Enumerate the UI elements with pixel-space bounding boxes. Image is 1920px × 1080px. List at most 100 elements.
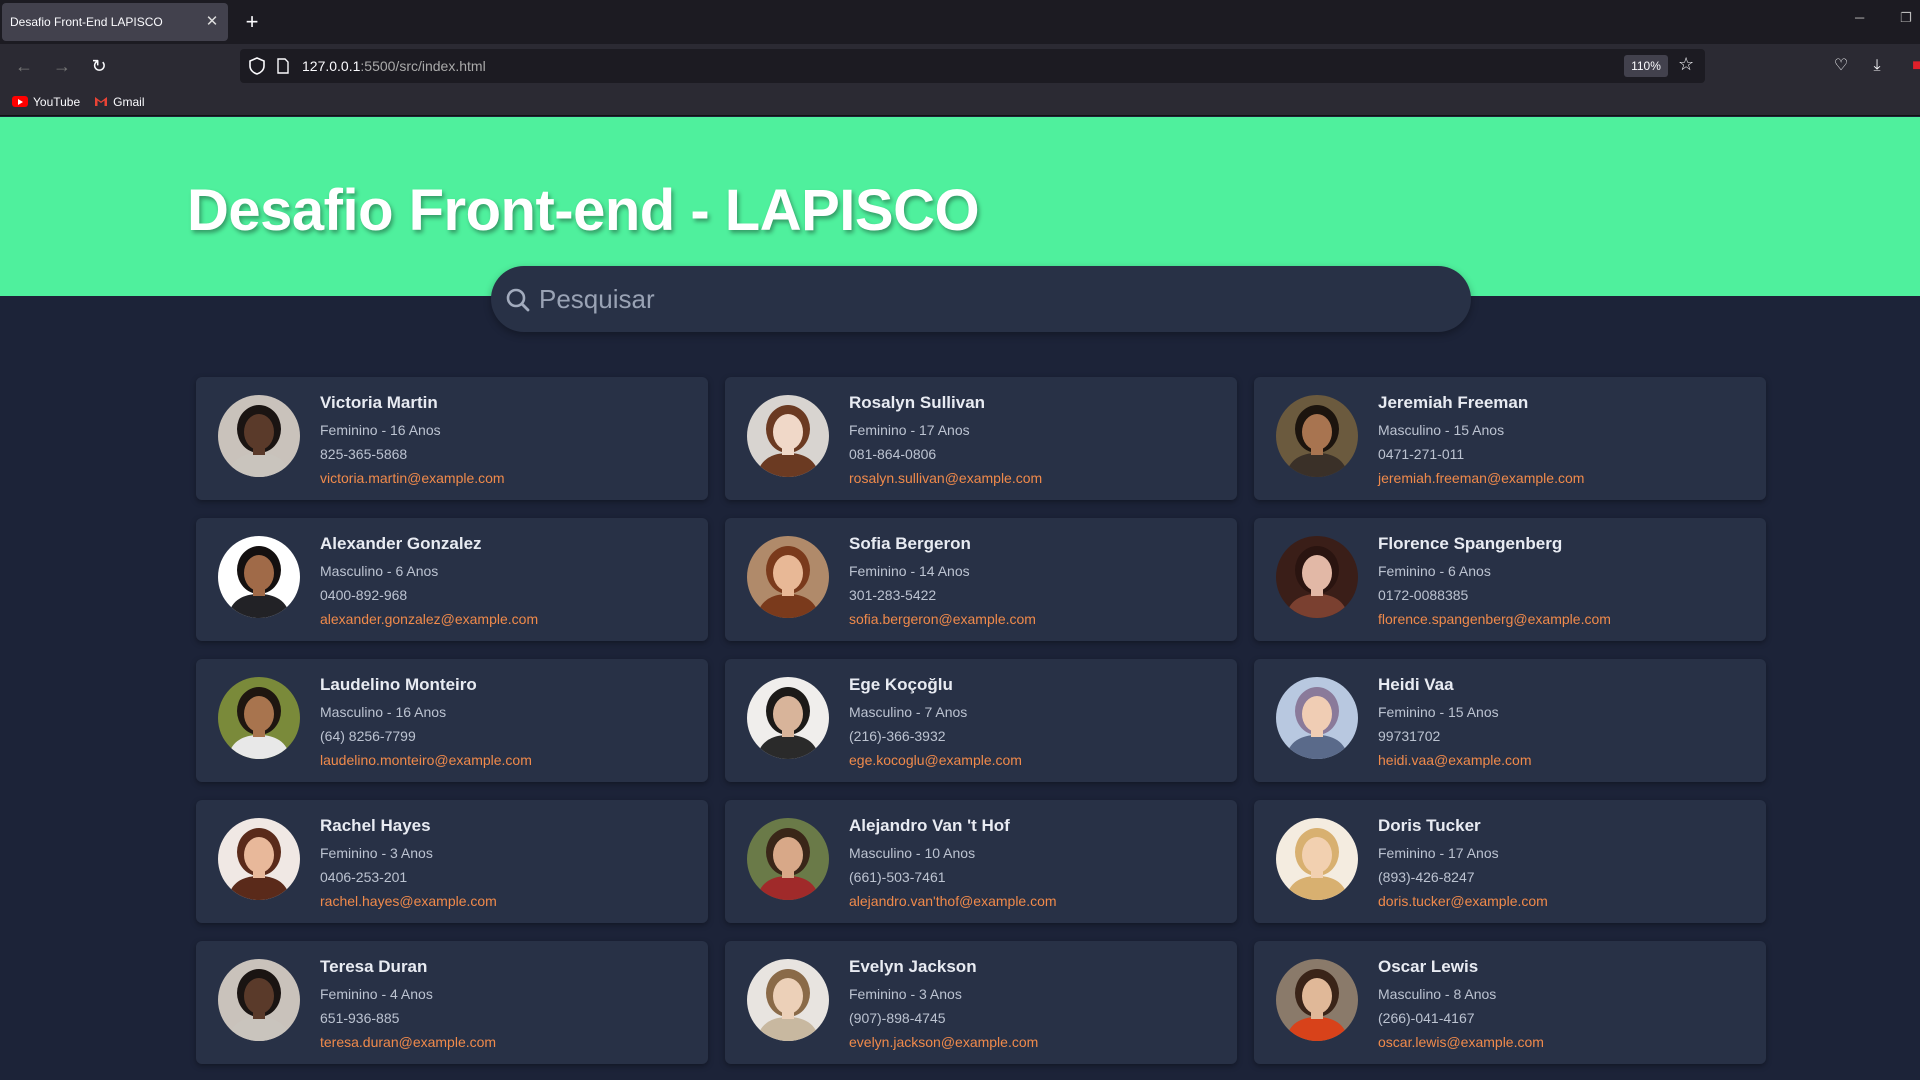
- person-phone: 0400-892-968: [320, 587, 408, 603]
- person-info: Alejandro Van 't Hof Masculino - 10 Anos…: [849, 816, 1057, 913]
- person-details: Feminino - 3 Anos: [849, 986, 962, 1002]
- avatar: [1276, 536, 1358, 618]
- person-card: Heidi Vaa Feminino - 15 Anos 99731702 he…: [1254, 659, 1766, 782]
- avatar: [218, 395, 300, 477]
- person-info: Laudelino Monteiro Masculino - 16 Anos (…: [320, 675, 532, 772]
- person-card: Victoria Martin Feminino - 16 Anos 825-3…: [196, 377, 708, 500]
- person-info: Teresa Duran Feminino - 4 Anos 651-936-8…: [320, 957, 496, 1054]
- avatar: [747, 959, 829, 1041]
- forward-arrow-icon[interactable]: →: [50, 54, 74, 78]
- person-email[interactable]: ege.kocoglu@example.com: [849, 748, 1022, 772]
- person-info: Victoria Martin Feminino - 16 Anos 825-3…: [320, 393, 505, 490]
- person-email[interactable]: teresa.duran@example.com: [320, 1030, 496, 1054]
- pocket-icon[interactable]: ♡: [1829, 54, 1853, 78]
- close-tab-icon[interactable]: ✕: [204, 14, 220, 30]
- youtube-icon: [12, 96, 28, 107]
- person-email[interactable]: jeremiah.freeman@example.com: [1378, 466, 1584, 490]
- person-phone: 651-936-885: [320, 1010, 400, 1026]
- person-email[interactable]: heidi.vaa@example.com: [1378, 748, 1532, 772]
- person-email[interactable]: oscar.lewis@example.com: [1378, 1030, 1544, 1054]
- person-card: Doris Tucker Feminino - 17 Anos (893)-42…: [1254, 800, 1766, 923]
- person-phone: (216)-366-3932: [849, 728, 946, 744]
- person-phone: (893)-426-8247: [1378, 869, 1475, 885]
- person-details: Feminino - 6 Anos: [1378, 563, 1491, 579]
- person-info: Sofia Bergeron Feminino - 14 Anos 301-28…: [849, 534, 1036, 631]
- browser-tab[interactable]: Desafio Front-End LAPISCO ✕: [2, 3, 228, 41]
- person-phone: 0406-253-201: [320, 869, 408, 885]
- restore-icon[interactable]: ❐: [1900, 10, 1912, 26]
- new-tab-button[interactable]: +: [240, 8, 264, 36]
- reload-icon[interactable]: ↻: [87, 54, 111, 78]
- person-details: Feminino - 14 Anos: [849, 563, 970, 579]
- avatar: [1276, 818, 1358, 900]
- person-name: Rachel Hayes: [320, 816, 431, 835]
- search-bar[interactable]: [491, 266, 1471, 332]
- person-email[interactable]: alexander.gonzalez@example.com: [320, 607, 538, 631]
- person-name: Laudelino Monteiro: [320, 675, 477, 694]
- person-details: Feminino - 15 Anos: [1378, 704, 1499, 720]
- gmail-icon: [95, 97, 108, 106]
- bookmark-label: YouTube: [33, 94, 81, 109]
- bookmark-label: Gmail: [113, 94, 145, 109]
- person-email[interactable]: rosalyn.sullivan@example.com: [849, 466, 1042, 490]
- avatar: [747, 395, 829, 477]
- person-email[interactable]: victoria.martin@example.com: [320, 466, 505, 490]
- url-text: 127.0.0.1:5500/src/index.html: [302, 58, 486, 74]
- person-email[interactable]: doris.tucker@example.com: [1378, 889, 1548, 913]
- person-phone: 0172-0088385: [1378, 587, 1469, 603]
- person-card: Ege Koçoğlu Masculino - 7 Anos (216)-366…: [725, 659, 1237, 782]
- bookmark-youtube[interactable]: YouTube: [12, 95, 80, 109]
- avatar: [1276, 395, 1358, 477]
- page-title: Desafio Front-end - LAPISCO: [187, 178, 980, 243]
- person-details: Masculino - 6 Anos: [320, 563, 439, 579]
- search-icon: [506, 288, 530, 312]
- extension-icon[interactable]: ■: [1905, 54, 1920, 78]
- person-info: Doris Tucker Feminino - 17 Anos (893)-42…: [1378, 816, 1548, 913]
- person-details: Masculino - 10 Anos: [849, 845, 976, 861]
- person-info: Rosalyn Sullivan Feminino - 17 Anos 081-…: [849, 393, 1042, 490]
- person-email[interactable]: evelyn.jackson@example.com: [849, 1030, 1038, 1054]
- avatar: [218, 536, 300, 618]
- person-info: Ege Koçoğlu Masculino - 7 Anos (216)-366…: [849, 675, 1022, 772]
- page-content: Desafio Front-end - LAPISCO Victoria Mar…: [0, 117, 1920, 1080]
- person-details: Feminino - 4 Anos: [320, 986, 433, 1002]
- avatar: [1276, 959, 1358, 1041]
- person-info: Heidi Vaa Feminino - 15 Anos 99731702 he…: [1378, 675, 1532, 772]
- person-card: Alejandro Van 't Hof Masculino - 10 Anos…: [725, 800, 1237, 923]
- person-details: Masculino - 16 Anos: [320, 704, 447, 720]
- person-email[interactable]: rachel.hayes@example.com: [320, 889, 497, 913]
- person-card: Rachel Hayes Feminino - 3 Anos 0406-253-…: [196, 800, 708, 923]
- person-details: Feminino - 17 Anos: [849, 422, 970, 438]
- person-details: Masculino - 15 Anos: [1378, 422, 1505, 438]
- star-bookmark-icon[interactable]: ☆: [1678, 54, 1694, 75]
- person-name: Teresa Duran: [320, 957, 428, 976]
- avatar: [218, 959, 300, 1041]
- address-bar[interactable]: 127.0.0.1:5500/src/index.html 110% ☆: [240, 49, 1705, 83]
- person-phone: 825-365-5868: [320, 446, 408, 462]
- person-card: Teresa Duran Feminino - 4 Anos 651-936-8…: [196, 941, 708, 1064]
- bookmark-gmail[interactable]: Gmail: [94, 94, 145, 109]
- back-arrow-icon[interactable]: ←: [12, 54, 36, 78]
- person-email[interactable]: sofia.bergeron@example.com: [849, 607, 1036, 631]
- person-name: Florence Spangenberg: [1378, 534, 1563, 553]
- person-email[interactable]: alejandro.van'thof@example.com: [849, 889, 1057, 913]
- person-details: Feminino - 3 Anos: [320, 845, 433, 861]
- person-name: Jeremiah Freeman: [1378, 393, 1529, 412]
- avatar: [747, 677, 829, 759]
- person-name: Doris Tucker: [1378, 816, 1481, 835]
- shield-icon[interactable]: [248, 57, 266, 75]
- minimize-icon[interactable]: ─: [1855, 10, 1864, 25]
- person-card: Evelyn Jackson Feminino - 3 Anos (907)-8…: [725, 941, 1237, 1064]
- download-icon[interactable]: ⤓: [1865, 54, 1889, 78]
- search-input[interactable]: [539, 279, 1439, 319]
- person-email[interactable]: florence.spangenberg@example.com: [1378, 607, 1611, 631]
- person-name: Alexander Gonzalez: [320, 534, 482, 553]
- zoom-level-button[interactable]: 110%: [1624, 55, 1668, 77]
- person-name: Heidi Vaa: [1378, 675, 1454, 694]
- person-name: Evelyn Jackson: [849, 957, 977, 976]
- person-name: Alejandro Van 't Hof: [849, 816, 1010, 835]
- person-details: Masculino - 7 Anos: [849, 704, 968, 720]
- tab-title: Desafio Front-End LAPISCO: [10, 15, 163, 29]
- person-email[interactable]: laudelino.monteiro@example.com: [320, 748, 532, 772]
- avatar: [218, 677, 300, 759]
